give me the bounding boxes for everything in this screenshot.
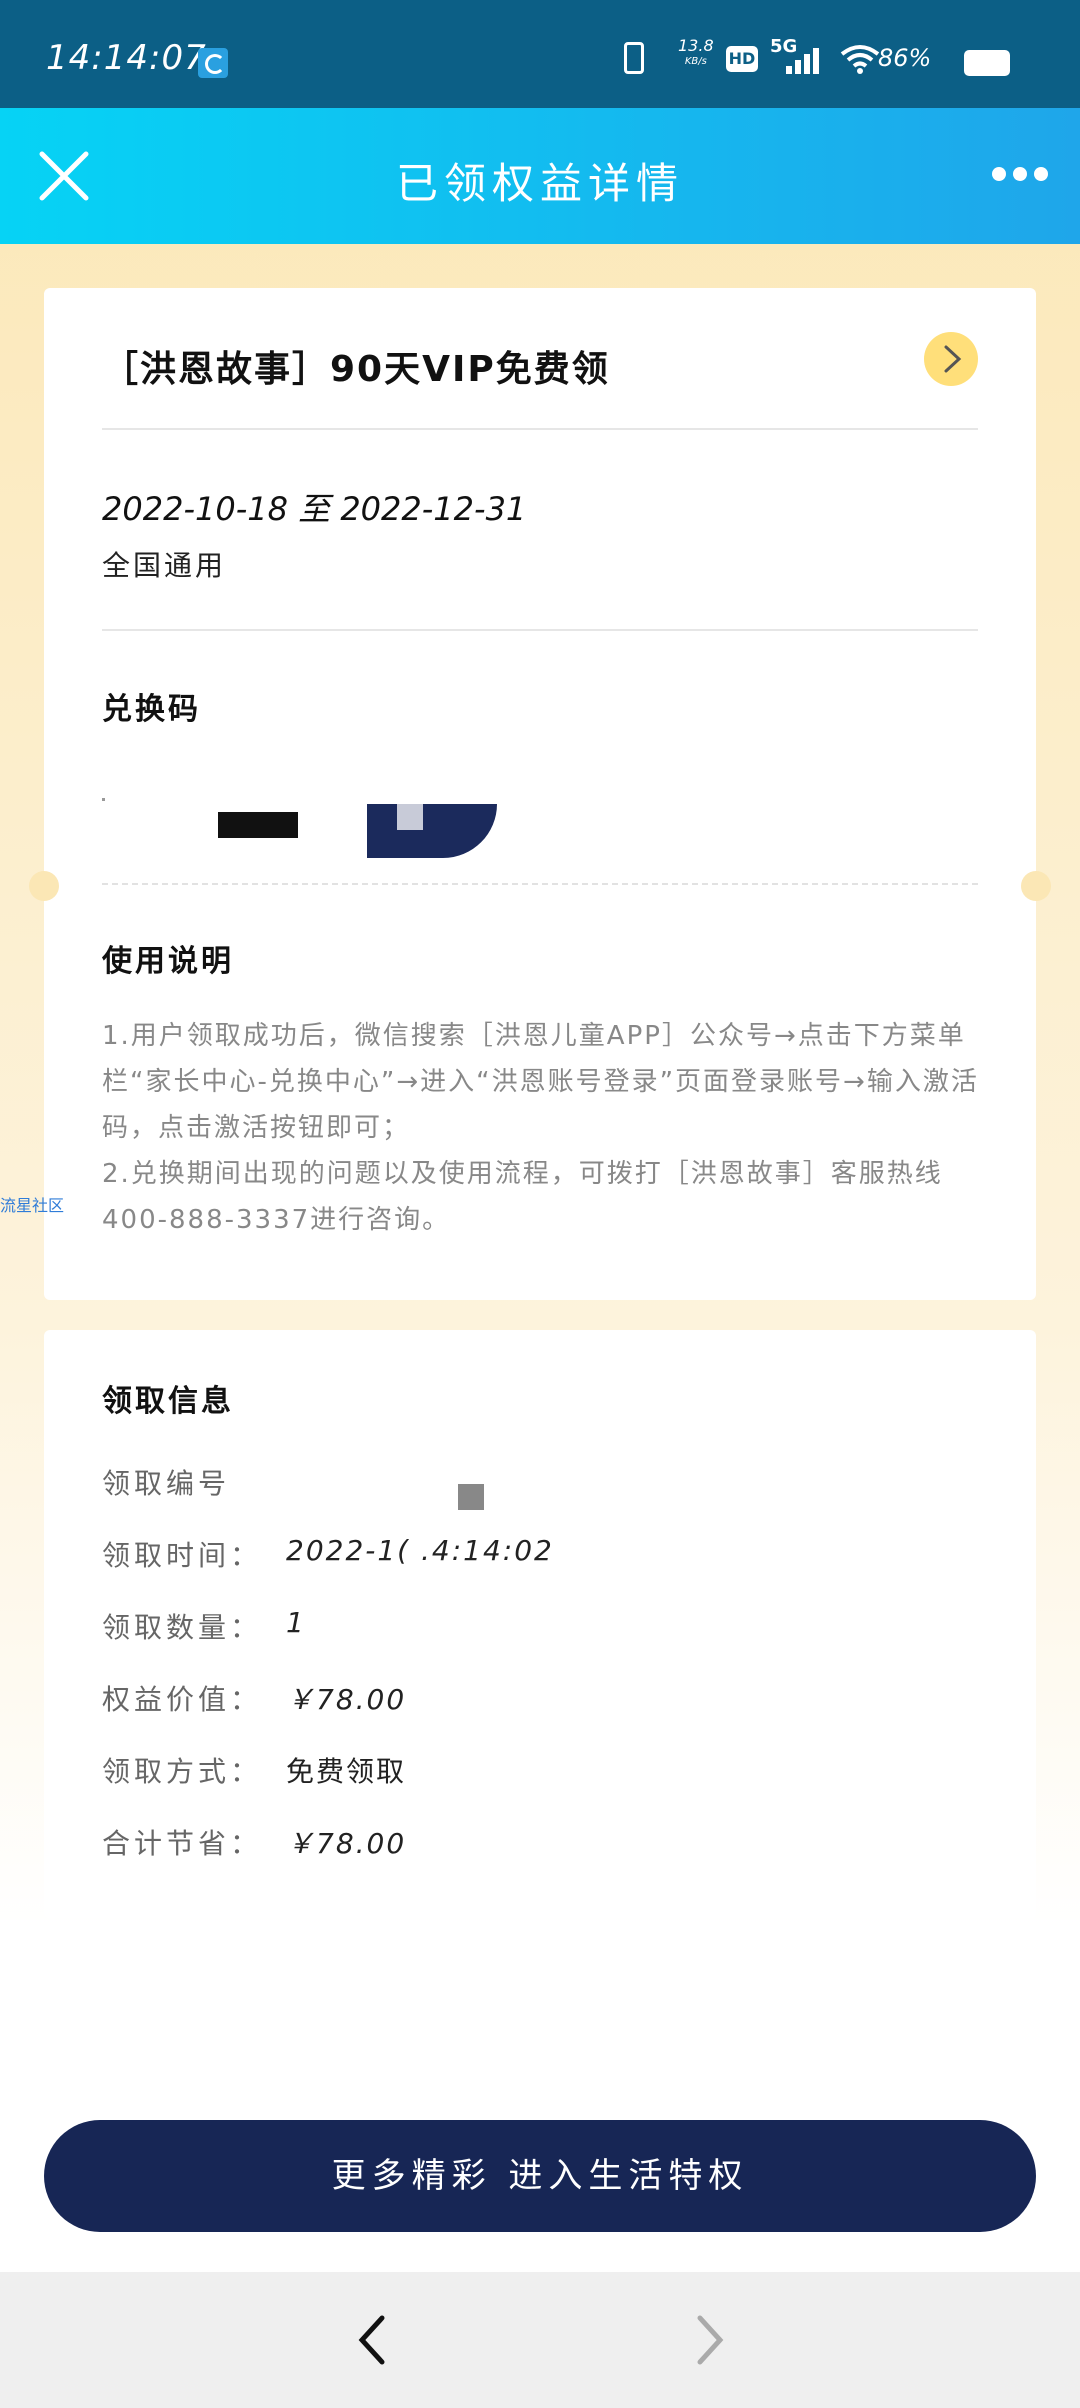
page-header: 已领权益详情 — [0, 108, 1080, 244]
info-value: ￥78.00 — [286, 1827, 407, 1860]
benefit-card: ［洪恩故事］90天VIP免费领 2022-10-18 至 2022-12-31 … — [29, 288, 1051, 1300]
info-row-value: 权益价值： ￥78.00 — [102, 1678, 404, 1718]
wifi-icon — [840, 45, 880, 74]
enter-life-privilege-button[interactable]: 更多精彩 进入生活特权 — [44, 2120, 1036, 2232]
ticket-notch-left — [29, 871, 59, 901]
redeem-code-redacted — [102, 778, 502, 868]
info-value: 免费领取 — [286, 1755, 407, 1788]
info-label: 领取时间： — [102, 1539, 263, 1572]
status-time: 14:14:07 — [46, 38, 207, 78]
watermark-label: 流星社区 — [0, 1196, 65, 1215]
status-bar: 14:14:07 13.8 KB/s HD 5G 86% — [0, 0, 1080, 108]
benefit-detail-button[interactable] — [924, 332, 978, 386]
app-notification-icon — [198, 48, 228, 78]
chevron-right-icon — [944, 345, 962, 373]
divider — [102, 428, 978, 430]
info-label: 权益价值： — [102, 1683, 263, 1716]
status-icons: 13.8 KB/s HD 5G 86% — [560, 30, 1080, 80]
info-value: ￥78.00 — [286, 1683, 407, 1716]
info-row-method: 领取方式： 免费领取 — [102, 1750, 404, 1790]
usage-line-1: 1.用户领取成功后，微信搜索［洪恩儿童APP］公众号→点击下方菜单栏“家长中心-… — [102, 1021, 979, 1143]
browser-nav-bar — [0, 2272, 1080, 2408]
validity-period: 2022-10-18 至 2022-12-31 — [102, 490, 527, 528]
info-label: 合计节省： — [102, 1827, 263, 1860]
info-value: 2022-1( .4:14:02 — [286, 1534, 554, 1567]
divider — [102, 629, 978, 631]
info-row-claim-id: 领取编号 — [102, 1462, 230, 1502]
usage-heading: 使用说明 — [102, 944, 234, 979]
battery-icon — [964, 50, 1010, 76]
battery-percent: 86% — [878, 44, 932, 72]
dashed-divider — [102, 883, 978, 885]
usage-line-2: 2.兑换期间出现的问题以及使用流程，可拨打［洪恩故事］客服热线400-888-3… — [102, 1159, 943, 1235]
benefit-title: ［洪恩故事］90天VIP免费领 — [102, 349, 610, 390]
usage-scope: 全国通用 — [102, 549, 227, 582]
info-row-quantity: 领取数量： 1 — [102, 1606, 304, 1646]
info-label: 领取方式： — [102, 1755, 263, 1788]
network-speed: 13.8 KB/s — [678, 38, 714, 70]
more-dots-icon[interactable] — [992, 166, 1056, 186]
info-row-savings: 合计节省： ￥78.00 — [102, 1822, 404, 1862]
vibrate-icon — [624, 42, 644, 74]
network-speed-value: 13.8 — [678, 36, 714, 55]
usage-instructions: 1.用户领取成功后，微信搜索［洪恩儿童APP］公众号→点击下方菜单栏“家长中心-… — [102, 1013, 982, 1243]
info-label: 领取编号 — [102, 1467, 231, 1500]
chevron-left-icon[interactable] — [350, 2312, 394, 2368]
info-value: 1 — [286, 1606, 306, 1639]
page-title: 已领权益详情 — [395, 159, 684, 208]
signal-icon — [786, 46, 826, 74]
chevron-right-icon[interactable] — [688, 2312, 732, 2368]
claim-info-heading: 领取信息 — [102, 1384, 234, 1419]
ticket-notch-right — [1021, 871, 1051, 901]
network-speed-unit: KB/s — [684, 56, 707, 67]
redeem-code-heading: 兑换码 — [102, 692, 201, 727]
redaction-block — [458, 1484, 484, 1510]
info-row-claim-time: 领取时间： 2022-1( .4:14:02 — [102, 1534, 552, 1574]
hd-badge: HD — [726, 46, 758, 72]
claim-info-card: 领取信息 领取编号 领取时间： 2022-1( .4:14:02 领取数量： 1… — [44, 1330, 1036, 1918]
info-label: 领取数量： — [102, 1611, 263, 1644]
